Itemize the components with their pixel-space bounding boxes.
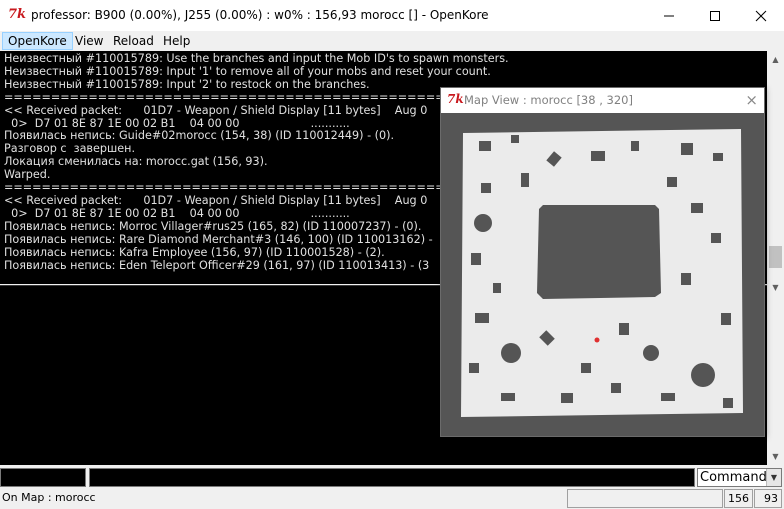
menu-openkore[interactable]: OpenKore [2,32,73,50]
scroll-thumb[interactable] [769,246,782,268]
status-y: 93 [754,489,782,508]
scroll-down-icon-2[interactable]: ▼ [767,448,784,465]
scroll-divider [767,285,784,291]
player-marker [594,337,600,343]
map-image [441,113,764,436]
map-close-icon[interactable]: × [745,91,758,109]
command-select-value: Command [700,470,767,485]
menu-bar: OpenKore View Reload Help [0,31,784,51]
command-select[interactable]: Command ▼ [697,468,782,487]
maximize-button[interactable] [692,0,738,31]
window-title: professor: B900 (0.00%), J255 (0.00%) : … [31,8,489,22]
minimize-icon [664,15,674,16]
menu-help[interactable]: Help [158,32,195,50]
menu-view[interactable]: View [70,32,108,50]
console-line: Неизвестный #110015789: Input '1' to rem… [4,64,491,78]
close-icon [755,10,767,21]
map-canvas[interactable] [441,113,764,436]
chevron-down-icon[interactable]: ▼ [766,469,781,486]
console-line: Неизвестный #110015789: Use the branches… [4,52,509,65]
minimize-button[interactable] [646,0,692,31]
command-input[interactable] [89,468,695,487]
tk-feather-icon: 7k [8,7,27,22]
close-button[interactable] [738,0,784,31]
status-empty-field [567,489,723,508]
status-map: On Map : morocc [2,491,96,504]
map-title: Map View : morocc [38 , 320] [464,93,633,107]
menu-reload[interactable]: Reload [108,32,159,50]
title-bar[interactable]: 7k professor: B900 (0.00%), J255 (0.00%)… [0,0,784,31]
tk-feather-icon: 7k [447,92,464,106]
prefix-input[interactable] [0,468,86,487]
vertical-scrollbar[interactable]: ▲ ▼ ▼ [767,51,784,465]
status-bar: On Map : morocc 156 93 [0,489,784,509]
map-view-window[interactable]: 7k Map View : morocc [38 , 320] × [440,87,765,437]
status-x: 156 [724,489,753,508]
openkore-window: 7k professor: B900 (0.00%), J255 (0.00%)… [0,0,784,509]
scroll-up-icon[interactable]: ▲ [767,51,784,68]
input-row: Command ▼ [0,465,784,489]
map-title-bar[interactable]: 7k Map View : morocc [38 , 320] × [441,88,764,112]
maximize-icon [710,10,720,21]
